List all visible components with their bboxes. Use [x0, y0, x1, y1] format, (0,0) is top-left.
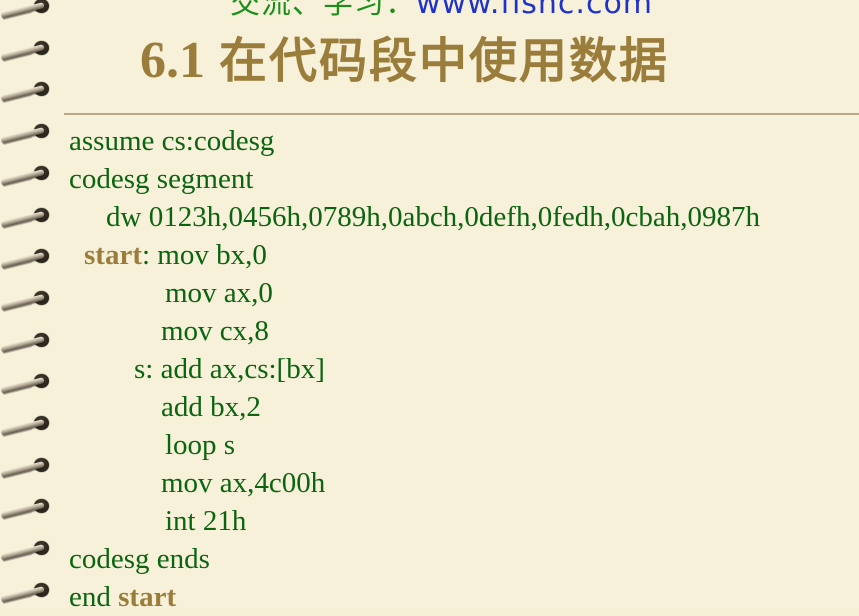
code-line-3: dw 0123h,0456h,0789h,0abch,0defh,0fedh,0…: [106, 201, 760, 233]
code-line-2: codesg segment: [69, 163, 254, 195]
binding-ring: [0, 578, 60, 605]
binding-ring: [0, 494, 60, 521]
binding-ring: [0, 328, 60, 354]
code-line-7: s: add ax,cs:[bx]: [134, 353, 325, 385]
code-line-11: int 21h: [165, 505, 247, 537]
binding-ring: [0, 0, 60, 21]
code-line-9: loop s: [165, 429, 236, 461]
code-line-13: end start: [69, 578, 176, 616]
code-line-8: add bx,2: [161, 391, 261, 423]
end-start-label: start: [118, 581, 177, 613]
spiral-binding: [0, 0, 62, 614]
banner-text: 交流、学习：: [230, 0, 416, 21]
slide: 交流、学习：www.fishc.com 6.1 在代码段中使用数据 assume …: [0, 0, 859, 614]
binding-ring: [0, 453, 60, 479]
title-divider: [64, 113, 859, 115]
start-label: start: [84, 239, 142, 271]
code-line-4-rest: : mov bx,0: [141, 239, 267, 271]
binding-ring: [0, 369, 60, 396]
binding-ring: [0, 161, 60, 188]
code-line-4: start: mov bx,0: [84, 236, 267, 274]
code-line-10: mov ax,4c00h: [161, 467, 326, 499]
binding-ring: [0, 203, 60, 229]
binding-ring: [0, 536, 60, 563]
binding-ring: [0, 77, 60, 104]
binding-ring: [0, 36, 60, 62]
code-line-6: mov cx,8: [161, 315, 269, 347]
code-line-5: mov ax,0: [165, 277, 273, 309]
banner-url: www.fishc.com: [416, 0, 654, 21]
title-number: 6.1: [140, 32, 205, 89]
banner: 交流、学习：www.fishc.com: [230, 0, 653, 22]
end-keyword: end: [69, 581, 119, 613]
binding-ring: [0, 119, 60, 146]
title-text: 在代码段中使用数据: [219, 33, 670, 89]
slide-title: 6.1 在代码段中使用数据: [140, 28, 669, 94]
binding-ring: [0, 286, 60, 313]
binding-ring: [0, 411, 60, 438]
code-line-12: codesg ends: [69, 543, 210, 575]
code-line-1: assume cs:codesg: [69, 125, 275, 157]
binding-ring: [0, 244, 60, 271]
